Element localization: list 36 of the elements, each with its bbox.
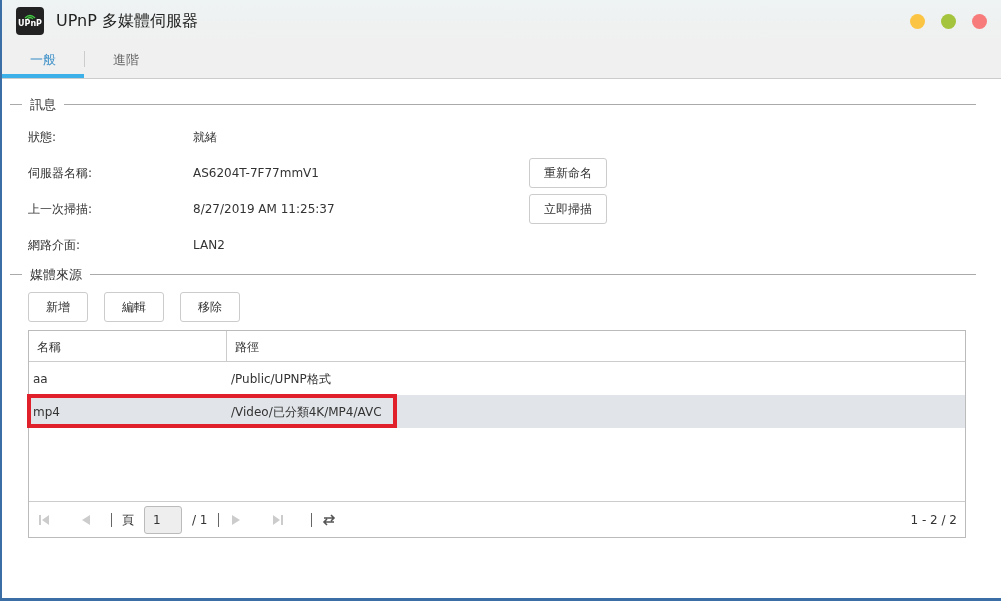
window-control-button[interactable] — [941, 13, 956, 29]
field-value: 就緒 — [193, 128, 218, 146]
window-control-button[interactable] — [972, 13, 987, 29]
field-label: 狀態: — [28, 128, 58, 146]
field-value: 8/27/2019 AM 11:25:37 — [193, 200, 336, 218]
table-row[interactable]: aa /Public/UPNP格式 — [29, 362, 965, 395]
section-title: 訊息 — [30, 96, 56, 114]
table-cell-text: /Public/UPNP格式 — [230, 370, 331, 388]
app-icon: UPnP — [16, 7, 44, 35]
table-cell-text: /Video/已分類4K/MP4/AVC — [230, 403, 382, 421]
toolbar-button[interactable]: 編輯 — [104, 292, 164, 322]
column-header: 路徑 — [234, 339, 260, 356]
tab[interactable]: 進階 — [85, 42, 167, 78]
action-button[interactable]: 立即掃描 — [529, 193, 607, 224]
last-page-icon[interactable] — [270, 512, 285, 527]
refresh-icon[interactable] — [321, 512, 336, 527]
page-label: 頁 — [122, 511, 134, 529]
page-total: / 1 — [192, 511, 208, 529]
section-title: 媒體來源 — [30, 265, 82, 284]
table-cell-text: aa — [32, 370, 49, 388]
table-row[interactable]: mp4 /Video/已分類4K/MP4/AVC — [29, 395, 965, 428]
toolbar-button[interactable]: 新增 — [28, 292, 88, 322]
column-header: 名稱 — [29, 331, 227, 361]
record-range: 1 - 2 / 2 — [910, 511, 957, 529]
page-input[interactable]: 1 — [144, 505, 182, 534]
field-label: 網路介面: — [28, 236, 82, 254]
field-value: AS6204T-7F77mmV1 — [193, 164, 320, 182]
field-label: 伺服器名稱: — [28, 164, 94, 182]
action-button[interactable]: 重新命名 — [529, 157, 607, 188]
window-control-button[interactable] — [910, 13, 925, 29]
field-value: LAN2 — [193, 236, 226, 254]
toolbar-button[interactable]: 移除 — [180, 292, 240, 322]
table-cell-text: mp4 — [32, 403, 61, 421]
first-page-icon[interactable] — [37, 512, 51, 527]
window-title: UPnP 多媒體伺服器 — [56, 10, 198, 32]
field-label: 上一次掃描: — [28, 200, 94, 218]
